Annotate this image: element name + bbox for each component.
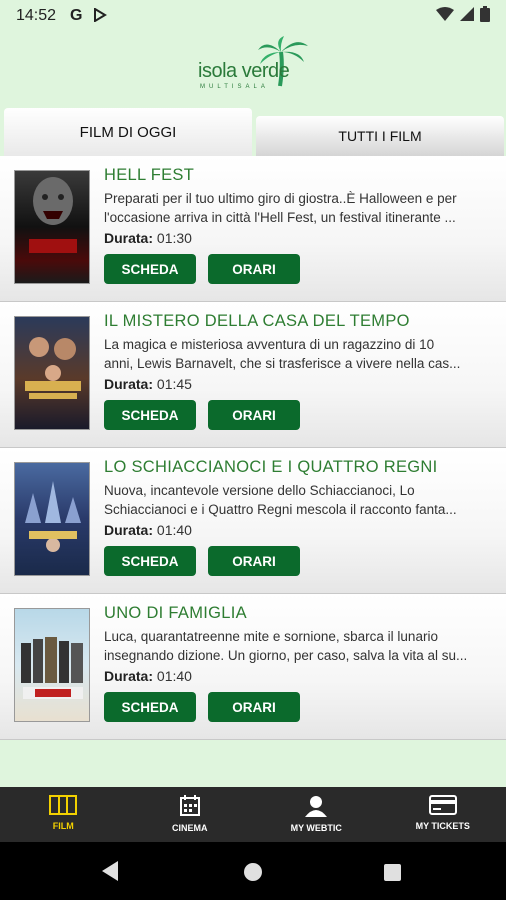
duration-value: 01:30 bbox=[156, 230, 192, 246]
user-icon bbox=[305, 796, 328, 817]
wifi-icon bbox=[436, 6, 454, 26]
film-duration: Durata: 01:40 bbox=[104, 668, 192, 684]
bottom-navigation: FILM CINEMA MY WEBTIC MY TICKETS bbox=[0, 787, 506, 842]
film-description-line: insegnando dizione. Un giorno, per caso,… bbox=[104, 648, 468, 663]
film-title[interactable]: HELL FEST bbox=[104, 166, 194, 185]
nav-label: MY TICKETS bbox=[415, 821, 470, 831]
orari-button[interactable]: ORARI bbox=[208, 692, 300, 722]
film-description-line: Schiaccianoci e i Quattro Regni mescola … bbox=[104, 502, 457, 517]
film-description: La magica e misteriosa avventura di un r… bbox=[104, 335, 496, 373]
film-card[interactable]: HELL FEST Preparati per il tuo ultimo gi… bbox=[0, 156, 506, 302]
nav-cinema[interactable]: CINEMA bbox=[127, 787, 254, 842]
nav-my-tickets[interactable]: MY TICKETS bbox=[380, 787, 506, 842]
film-description: Luca, quarantatreenne mite e sornione, s… bbox=[104, 627, 496, 665]
logo-name: isola verde bbox=[198, 60, 290, 82]
nav-my-webtic[interactable]: MY WEBTIC bbox=[253, 787, 380, 842]
tab-film-di-oggi[interactable]: FILM DI OGGI bbox=[4, 108, 252, 156]
home-icon[interactable] bbox=[244, 863, 262, 881]
scheda-button[interactable]: SCHEDA bbox=[104, 546, 196, 576]
duration-label: Durata: bbox=[104, 522, 154, 538]
film-description-line: La magica e misteriosa avventura di un r… bbox=[104, 337, 435, 352]
film-card[interactable]: UNO DI FAMIGLIA Luca, quarantatreenne mi… bbox=[0, 594, 506, 740]
film-poster[interactable] bbox=[14, 608, 90, 722]
ticket-card-icon bbox=[428, 795, 457, 815]
tab-tutti-i-film[interactable]: TUTTI I FILM bbox=[256, 116, 504, 156]
film-description-line: Nuova, incantevole versione dello Schiac… bbox=[104, 483, 415, 498]
logo-subtitle: MULTISALA bbox=[200, 84, 269, 90]
duration-label: Durata: bbox=[104, 376, 154, 392]
film-poster[interactable] bbox=[14, 462, 90, 576]
film-description-line: l'occasione arriva in città l'Hell Fest,… bbox=[104, 210, 456, 225]
orari-button[interactable]: ORARI bbox=[208, 546, 300, 576]
orari-button[interactable]: ORARI bbox=[208, 400, 300, 430]
calendar-icon bbox=[179, 795, 200, 816]
tab-bar: FILM DI OGGI TUTTI I FILM bbox=[0, 108, 506, 156]
nav-label: MY WEBTIC bbox=[290, 823, 342, 833]
film-icon bbox=[49, 795, 78, 815]
film-description-line: Luca, quarantatreenne mite e sornione, s… bbox=[104, 629, 438, 644]
film-poster[interactable] bbox=[14, 316, 90, 430]
isola-verde-logo: isola verde MULTISALA bbox=[196, 36, 312, 98]
nav-film[interactable]: FILM bbox=[0, 787, 127, 842]
film-poster[interactable] bbox=[14, 170, 90, 284]
film-description-line: anni, Lewis Barnavelt, che si trasferisc… bbox=[104, 356, 461, 371]
film-description: Nuova, incantevole versione dello Schiac… bbox=[104, 481, 496, 519]
scheda-button[interactable]: SCHEDA bbox=[104, 254, 196, 284]
duration-label: Durata: bbox=[104, 668, 154, 684]
duration-value: 01:40 bbox=[156, 668, 192, 684]
status-bar: 14:52 G bbox=[0, 0, 506, 32]
scheda-button[interactable]: SCHEDA bbox=[104, 692, 196, 722]
film-duration: Durata: 01:40 bbox=[104, 522, 192, 538]
back-icon[interactable] bbox=[100, 861, 120, 881]
scheda-button[interactable]: SCHEDA bbox=[104, 400, 196, 430]
film-duration: Durata: 01:45 bbox=[104, 376, 192, 392]
film-title[interactable]: UNO DI FAMIGLIA bbox=[104, 604, 247, 623]
duration-label: Durata: bbox=[104, 230, 154, 246]
film-title[interactable]: IL MISTERO DELLA CASA DEL TEMPO bbox=[104, 312, 410, 331]
recent-apps-icon[interactable] bbox=[384, 864, 401, 881]
film-card[interactable]: IL MISTERO DELLA CASA DEL TEMPO La magic… bbox=[0, 302, 506, 448]
film-card[interactable]: LO SCHIACCIANOCI E I QUATTRO REGNI Nuova… bbox=[0, 448, 506, 594]
google-icon: G bbox=[70, 7, 83, 24]
film-list: HELL FEST Preparati per il tuo ultimo gi… bbox=[0, 156, 506, 740]
play-store-icon bbox=[93, 6, 107, 25]
signal-icon bbox=[460, 6, 474, 26]
duration-value: 01:45 bbox=[156, 376, 192, 392]
system-navigation-bar bbox=[0, 842, 506, 900]
nav-label: FILM bbox=[52, 821, 74, 831]
film-title[interactable]: LO SCHIACCIANOCI E I QUATTRO REGNI bbox=[104, 458, 438, 477]
status-time: 14:52 bbox=[16, 7, 57, 24]
battery-icon bbox=[480, 5, 490, 27]
orari-button[interactable]: ORARI bbox=[208, 254, 300, 284]
film-duration: Durata: 01:30 bbox=[104, 230, 192, 246]
duration-value: 01:40 bbox=[156, 522, 192, 538]
nav-label: CINEMA bbox=[172, 823, 208, 833]
film-description-line: Preparati per il tuo ultimo giro di gios… bbox=[104, 191, 457, 206]
film-description: Preparati per il tuo ultimo giro di gios… bbox=[104, 189, 496, 227]
